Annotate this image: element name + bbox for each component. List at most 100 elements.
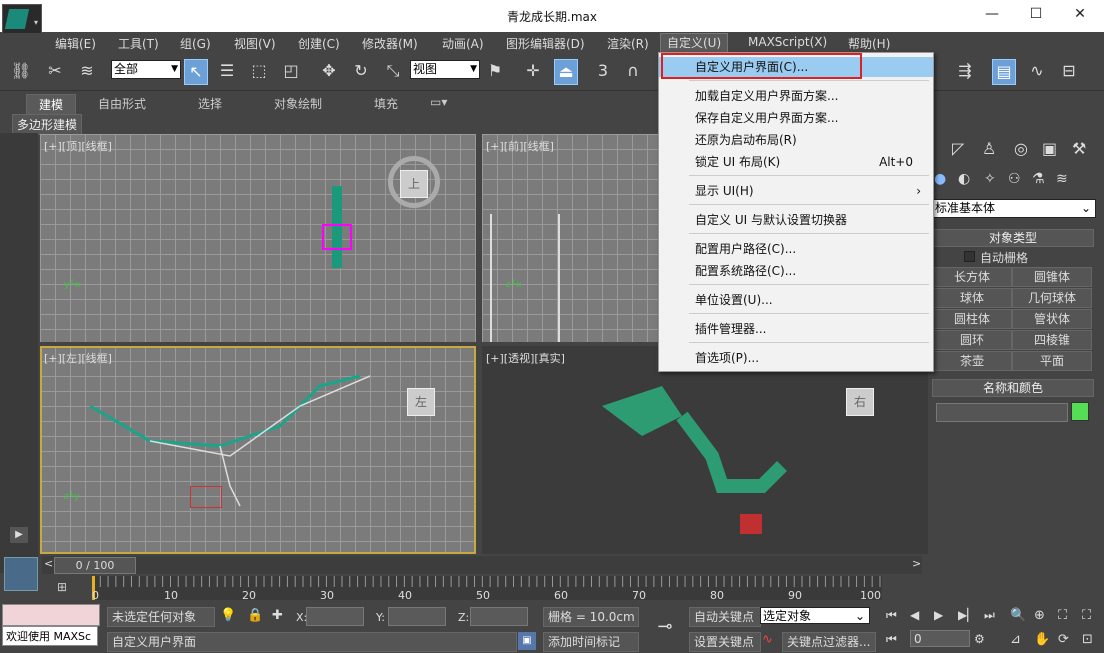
zoom-extents-all-icon[interactable]: ⛶ [1082, 608, 1091, 623]
menu-animation[interactable]: 动画(A) [442, 35, 484, 52]
primitive-box-button[interactable]: 长方体 [932, 267, 1012, 287]
mirror-icon[interactable]: ▤ [992, 59, 1016, 85]
add-time-tag-button[interactable]: 添加时间标记 [543, 632, 639, 652]
chevron-left-icon[interactable]: < [44, 557, 53, 570]
snaps-toggle-icon[interactable]: 3 [592, 59, 614, 83]
display-tab-icon[interactable]: ▣ [1042, 139, 1057, 158]
schematic-view-icon[interactable]: ⊟ [1058, 59, 1080, 83]
link-icon[interactable]: ⛓ [10, 59, 32, 83]
mini-curve-editor-icon[interactable]: ⊞ [52, 580, 72, 598]
polygon-modeling-panel-label[interactable]: 多边形建模 [12, 114, 83, 135]
angle-snap-icon[interactable]: ∩ [622, 59, 644, 83]
primitive-geosphere-button[interactable]: 几何球体 [1012, 288, 1092, 308]
motion-tab-icon[interactable]: ◎ [1014, 139, 1028, 158]
x-coordinate-input[interactable] [306, 607, 364, 626]
primitive-plane-button[interactable]: 平面 [1012, 351, 1092, 371]
menu-item-plugin-manager[interactable]: 插件管理器... [659, 319, 933, 339]
current-frame-input[interactable]: 0 [910, 630, 970, 647]
key-filter-icon[interactable]: ∿ [762, 632, 773, 647]
keyboard-shortcut-override-icon[interactable]: ⏏ [554, 59, 578, 85]
zoom-extents-icon[interactable]: ⛶ [1058, 608, 1067, 623]
menu-group[interactable]: 组(G) [180, 35, 211, 52]
window-crossing-icon[interactable]: ◰ [280, 59, 302, 83]
object-color-swatch[interactable] [1071, 402, 1089, 421]
object-name-input[interactable] [936, 403, 1068, 422]
move-icon[interactable]: ✥ [318, 59, 340, 83]
menu-help[interactable]: 帮助(H) [848, 35, 890, 52]
close-icon[interactable]: ✕ [1070, 6, 1090, 24]
auto-key-button[interactable]: 自动关键点 [689, 607, 761, 627]
ribbon-tab-object-paint[interactable]: 对象绘制 [274, 95, 322, 112]
go-to-start-icon[interactable]: ⏮ [886, 608, 897, 623]
unlink-icon[interactable]: ✂ [44, 59, 66, 83]
primitive-cone-button[interactable]: 圆锥体 [1012, 267, 1092, 287]
space-warps-icon[interactable]: ≋ [1056, 171, 1068, 187]
primitive-pyramid-button[interactable]: 四棱锥 [1012, 330, 1092, 350]
menu-item-load-ui-scheme[interactable]: 加载自定义用户界面方案... [659, 86, 933, 106]
pivot-point-icon[interactable]: ⚑ [484, 59, 506, 83]
cameras-icon[interactable]: ⚇ [1008, 171, 1021, 187]
go-to-end-icon[interactable]: ⏭ [984, 608, 995, 623]
lights-icon[interactable]: ✧ [984, 171, 996, 187]
shapes-icon[interactable]: ◐ [958, 171, 970, 187]
helpers-icon[interactable]: ⚗ [1032, 171, 1045, 187]
primitive-teapot-button[interactable]: 茶壶 [932, 351, 1012, 371]
menu-modifiers[interactable]: 修改器(M) [362, 35, 418, 52]
minimize-icon[interactable]: — [982, 6, 1002, 24]
ribbon-tab-selection[interactable]: 选择 [198, 95, 222, 112]
maximize-viewport-icon[interactable]: ⊡ [1082, 632, 1093, 647]
play-icon[interactable]: ▶ [10, 527, 28, 543]
menu-item-lock-ui-layout[interactable]: 锁定 UI 布局(K) Alt+0 [659, 152, 933, 172]
z-coordinate-input[interactable] [470, 607, 528, 626]
viewcube[interactable]: 上 [400, 170, 428, 198]
menu-item-units-setup[interactable]: 单位设置(U)... [659, 290, 933, 310]
named-selection-icon[interactable]: ⇶ [954, 59, 976, 83]
hierarchy-tab-icon[interactable]: ♙ [982, 139, 996, 158]
time-slider-thumb[interactable]: 0 / 100 [54, 557, 136, 574]
ribbon-tab-populate[interactable]: 填充 [374, 95, 398, 112]
geometry-icon[interactable]: ● [934, 171, 946, 187]
set-key-button[interactable]: 设置关键点 [689, 632, 761, 652]
viewport-perspective[interactable]: [+][透视][真实] 右 [482, 346, 928, 554]
maxscript-mini-listener[interactable]: 欢迎使用 MAXSc [2, 626, 98, 646]
category-select[interactable]: 标准基本体 ⌄ [932, 199, 1096, 218]
ribbon-options-icon[interactable]: ▭▾ [430, 95, 447, 109]
viewport-label[interactable]: [+][顶][线框] [44, 138, 112, 154]
zoom-all-icon[interactable]: ⊕ [1034, 608, 1045, 623]
time-configuration-icon[interactable]: ⚙ [974, 632, 985, 646]
autogrid-checkbox[interactable]: 自动栅格 [964, 249, 1028, 266]
select-by-name-icon[interactable]: ☰ [216, 59, 238, 83]
menu-graph-editors[interactable]: 图形编辑器(D) [506, 35, 585, 52]
isolate-icon[interactable]: 💡 [220, 608, 236, 623]
time-slider[interactable]: < 0 / 100 > [42, 556, 922, 574]
lock-icon[interactable]: 🔒 [247, 608, 263, 623]
viewport-label[interactable]: [+][前][线框] [486, 138, 554, 154]
menu-views[interactable]: 视图(V) [234, 35, 276, 52]
orbit-icon[interactable]: ⟳ [1058, 632, 1069, 647]
pan-view-icon[interactable]: ✋ [1034, 632, 1050, 647]
menu-edit[interactable]: 编辑(E) [55, 35, 96, 52]
previous-frame-icon[interactable]: ◀ [910, 608, 919, 622]
menu-item-configure-system-paths[interactable]: 配置系统路径(C)... [659, 261, 933, 281]
maximize-icon[interactable]: ☐ [1026, 6, 1046, 24]
rollout-name-color[interactable]: 名称和颜色 [932, 379, 1094, 397]
menu-create[interactable]: 创建(C) [298, 35, 340, 52]
viewport-left[interactable]: [+][左][线框] 左 z└y [40, 346, 476, 554]
select-object-icon[interactable]: ↖ [184, 59, 208, 85]
bind-space-warp-icon[interactable]: ≋ [76, 59, 98, 83]
play-animation-icon[interactable]: ▶ [934, 608, 943, 622]
viewport-top[interactable]: [+][顶][线框] 上 y└x [40, 134, 476, 342]
menu-maxscript[interactable]: MAXScript(X) [748, 35, 827, 49]
app-menu-button[interactable]: ▾ [2, 4, 42, 36]
menu-rendering[interactable]: 渲染(R) [607, 35, 649, 52]
menu-item-configure-user-paths[interactable]: 配置用户路径(C)... [659, 239, 933, 259]
viewport-layout-icon[interactable] [4, 557, 38, 591]
key-icon[interactable]: ⊸ [646, 612, 684, 642]
track-bar[interactable]: 0 10 20 30 40 50 60 70 80 90 100 [92, 576, 882, 602]
rotate-icon[interactable]: ↻ [350, 59, 372, 83]
chevron-right-icon[interactable]: > [912, 557, 921, 570]
field-of-view-icon[interactable]: ⊿ [1010, 632, 1021, 647]
zoom-icon[interactable]: 🔍 [1010, 608, 1026, 623]
key-mode-toggle-icon[interactable]: ⏮ [886, 632, 897, 647]
selection-filter-select[interactable]: 全部 ▼ [111, 60, 181, 79]
